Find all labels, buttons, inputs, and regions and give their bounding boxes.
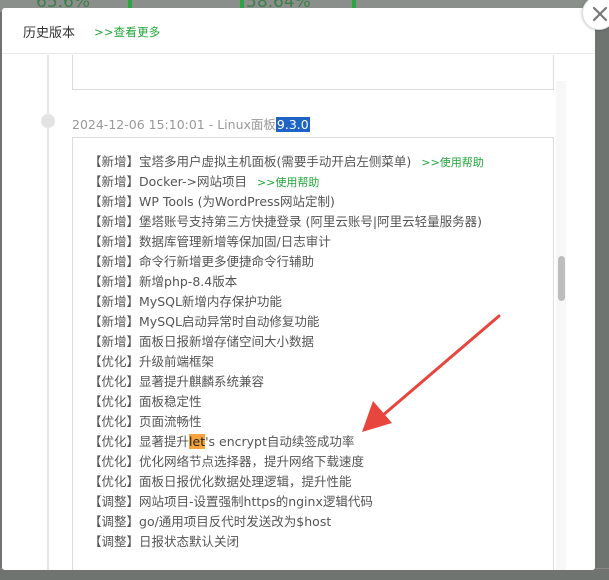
changelog-item: 【新增】数据库管理新增等保加固/日志审计: [89, 231, 331, 250]
changelog-text: 显著提升麒麟系统兼容: [139, 374, 265, 389]
changelog-text: 's encrypt自动续签成功率: [205, 434, 355, 449]
changelog-tag: 【调整】: [89, 514, 140, 529]
changelog-item: 【新增】Docker->网站项目 >>使用帮助: [89, 171, 319, 190]
changelog-item: 【优化】页面流畅性: [89, 411, 202, 430]
changelog-tag: 【新增】: [89, 234, 140, 249]
changelog-text: 面板稳定性: [139, 394, 202, 409]
view-more-link[interactable]: >>查看更多: [94, 24, 160, 40]
changelog-tag: 【新增】: [89, 294, 140, 309]
changelog-text: 宝塔多用户虚拟主机面板(需要手动开启左侧菜单): [139, 154, 412, 169]
changelog-tag: 【优化】: [89, 394, 140, 409]
usage-help-link[interactable]: >>使用帮助: [257, 176, 319, 189]
changelog-item: 【新增】MySQL新增内存保护功能: [89, 291, 282, 310]
changelog-item: 【优化】显著提升麒麟系统兼容: [89, 371, 264, 390]
changelog-text: 升级前端框架: [139, 354, 215, 369]
changelog-item: 【优化】升级前端框架: [89, 351, 214, 370]
background-bar: [352, 0, 356, 8]
changelog-text: 面板日报新增存储空间大小数据: [139, 334, 315, 349]
changelog-item: 【新增】命令行新增更多便捷命令行辅助: [89, 251, 314, 270]
background-bar: [240, 0, 244, 8]
changelog-item: 【优化】面板日报优化数据处理逻辑，提升性能: [89, 471, 352, 490]
changelog-tag: 【新增】: [89, 174, 140, 189]
changelog-box: 【新增】宝塔多用户虚拟主机面板(需要手动开启左侧菜单) >>使用帮助 【新增】Doc…: [72, 137, 554, 570]
scrollbar-track[interactable]: [556, 81, 566, 570]
changelog-tag: 【调整】: [89, 534, 140, 549]
timeline-line: [47, 55, 49, 570]
changelog-text: go/通用项目反代时发送改为$host: [139, 514, 332, 529]
changelog-tag: 【优化】: [89, 434, 140, 449]
changelog-text: 数据库管理新增等保加固/日志审计: [139, 234, 331, 249]
changelog-item: 【新增】面板日报新增存储空间大小数据: [89, 331, 314, 350]
changelog-text: 新增php-8.4版本: [139, 274, 238, 289]
changelog-tag: 【调整】: [89, 494, 140, 509]
changelog-text: 面板日报优化数据处理逻辑，提升性能: [139, 474, 352, 489]
changelog-item: 【优化】优化网络节点选择器，提升网络下载速度: [89, 451, 364, 470]
changelog-tag: 【新增】: [89, 194, 140, 209]
release-version: 9.3.0: [275, 117, 310, 132]
changelog-text: Docker->网站项目: [139, 174, 247, 189]
close-icon: [592, 6, 608, 22]
changelog-item: 【新增】宝塔多用户虚拟主机面板(需要手动开启左侧菜单) >>使用帮助: [89, 151, 484, 170]
release-heading: 2024-12-06 15:10:01 - Linux面板9.3.0: [72, 114, 310, 133]
changelog-item: 【调整】网站项目-设置强制https的nginx逻辑代码: [89, 491, 373, 510]
changelog-item: 【调整】日报状态默认关闭: [89, 531, 239, 550]
release-date: 2024-12-06 15:10:01 - Linux面板: [72, 117, 276, 132]
dialog-body[interactable]: 2024-12-06 15:10:01 - Linux面板9.3.0 【新增】宝…: [2, 55, 595, 570]
changelog-text: MySQL启动异常时自动修复功能: [139, 314, 320, 329]
background-bar: [128, 0, 132, 8]
changelog-text: 命令行新增更多便捷命令行辅助: [139, 254, 315, 269]
changelog-text: WP Tools (为WordPress网站定制): [139, 194, 335, 209]
changelog-tag: 【新增】: [89, 314, 140, 329]
changelog-text: MySQL新增内存保护功能: [139, 294, 282, 309]
changelog-tag: 【优化】: [89, 454, 140, 469]
changelog-item: 【优化】显著提升let's encrypt自动续签成功率: [89, 431, 354, 450]
history-version-dialog: 历史版本 >>查看更多 2024-12-06 15:10:01 - Linux面…: [2, 8, 595, 570]
changelog-text: 堡塔账号支持第三方快捷登录 (阿里云账号|阿里云轻量服务器): [139, 214, 482, 229]
changelog-text: 页面流畅性: [139, 414, 202, 429]
changelog-item: 【新增】堡塔账号支持第三方快捷登录 (阿里云账号|阿里云轻量服务器): [89, 211, 482, 230]
changelog-tag: 【新增】: [89, 334, 140, 349]
timeline-dot: [41, 114, 55, 128]
changelog-tag: 【新增】: [89, 274, 140, 289]
changelog-tag: 【新增】: [89, 214, 140, 229]
dialog-header: 历史版本 >>查看更多: [2, 8, 595, 54]
changelog-text: 网站项目-设置强制https的nginx逻辑代码: [139, 494, 373, 509]
changelog-item: 【新增】MySQL启动异常时自动修复功能: [89, 311, 319, 330]
changelog-tag: 【新增】: [89, 254, 140, 269]
changelog-text: 日报状态默认关闭: [139, 534, 240, 549]
changelog-tag: 【优化】: [89, 414, 140, 429]
highlighted-text: let: [189, 434, 206, 449]
changelog-item: 【新增】新增php-8.4版本: [89, 271, 237, 290]
usage-help-link[interactable]: >>使用帮助: [421, 156, 483, 169]
scrollbar-thumb[interactable]: [558, 256, 565, 301]
changelog-item: 【调整】go/通用项目反代时发送改为$host: [89, 511, 331, 530]
changelog-text: 显著提升: [139, 434, 190, 449]
changelog-item: 【优化】面板稳定性: [89, 391, 202, 410]
changelog-tag: 【新增】: [89, 154, 140, 169]
dialog-title: 历史版本: [23, 26, 76, 41]
changelog-text: 优化网络节点选择器，提升网络下载速度: [139, 454, 365, 469]
changelog-tag: 【优化】: [89, 374, 140, 389]
previous-release-box: [72, 55, 554, 90]
changelog-tag: 【优化】: [89, 474, 140, 489]
changelog-item: 【新增】WP Tools (为WordPress网站定制): [89, 191, 335, 210]
changelog-tag: 【优化】: [89, 354, 140, 369]
